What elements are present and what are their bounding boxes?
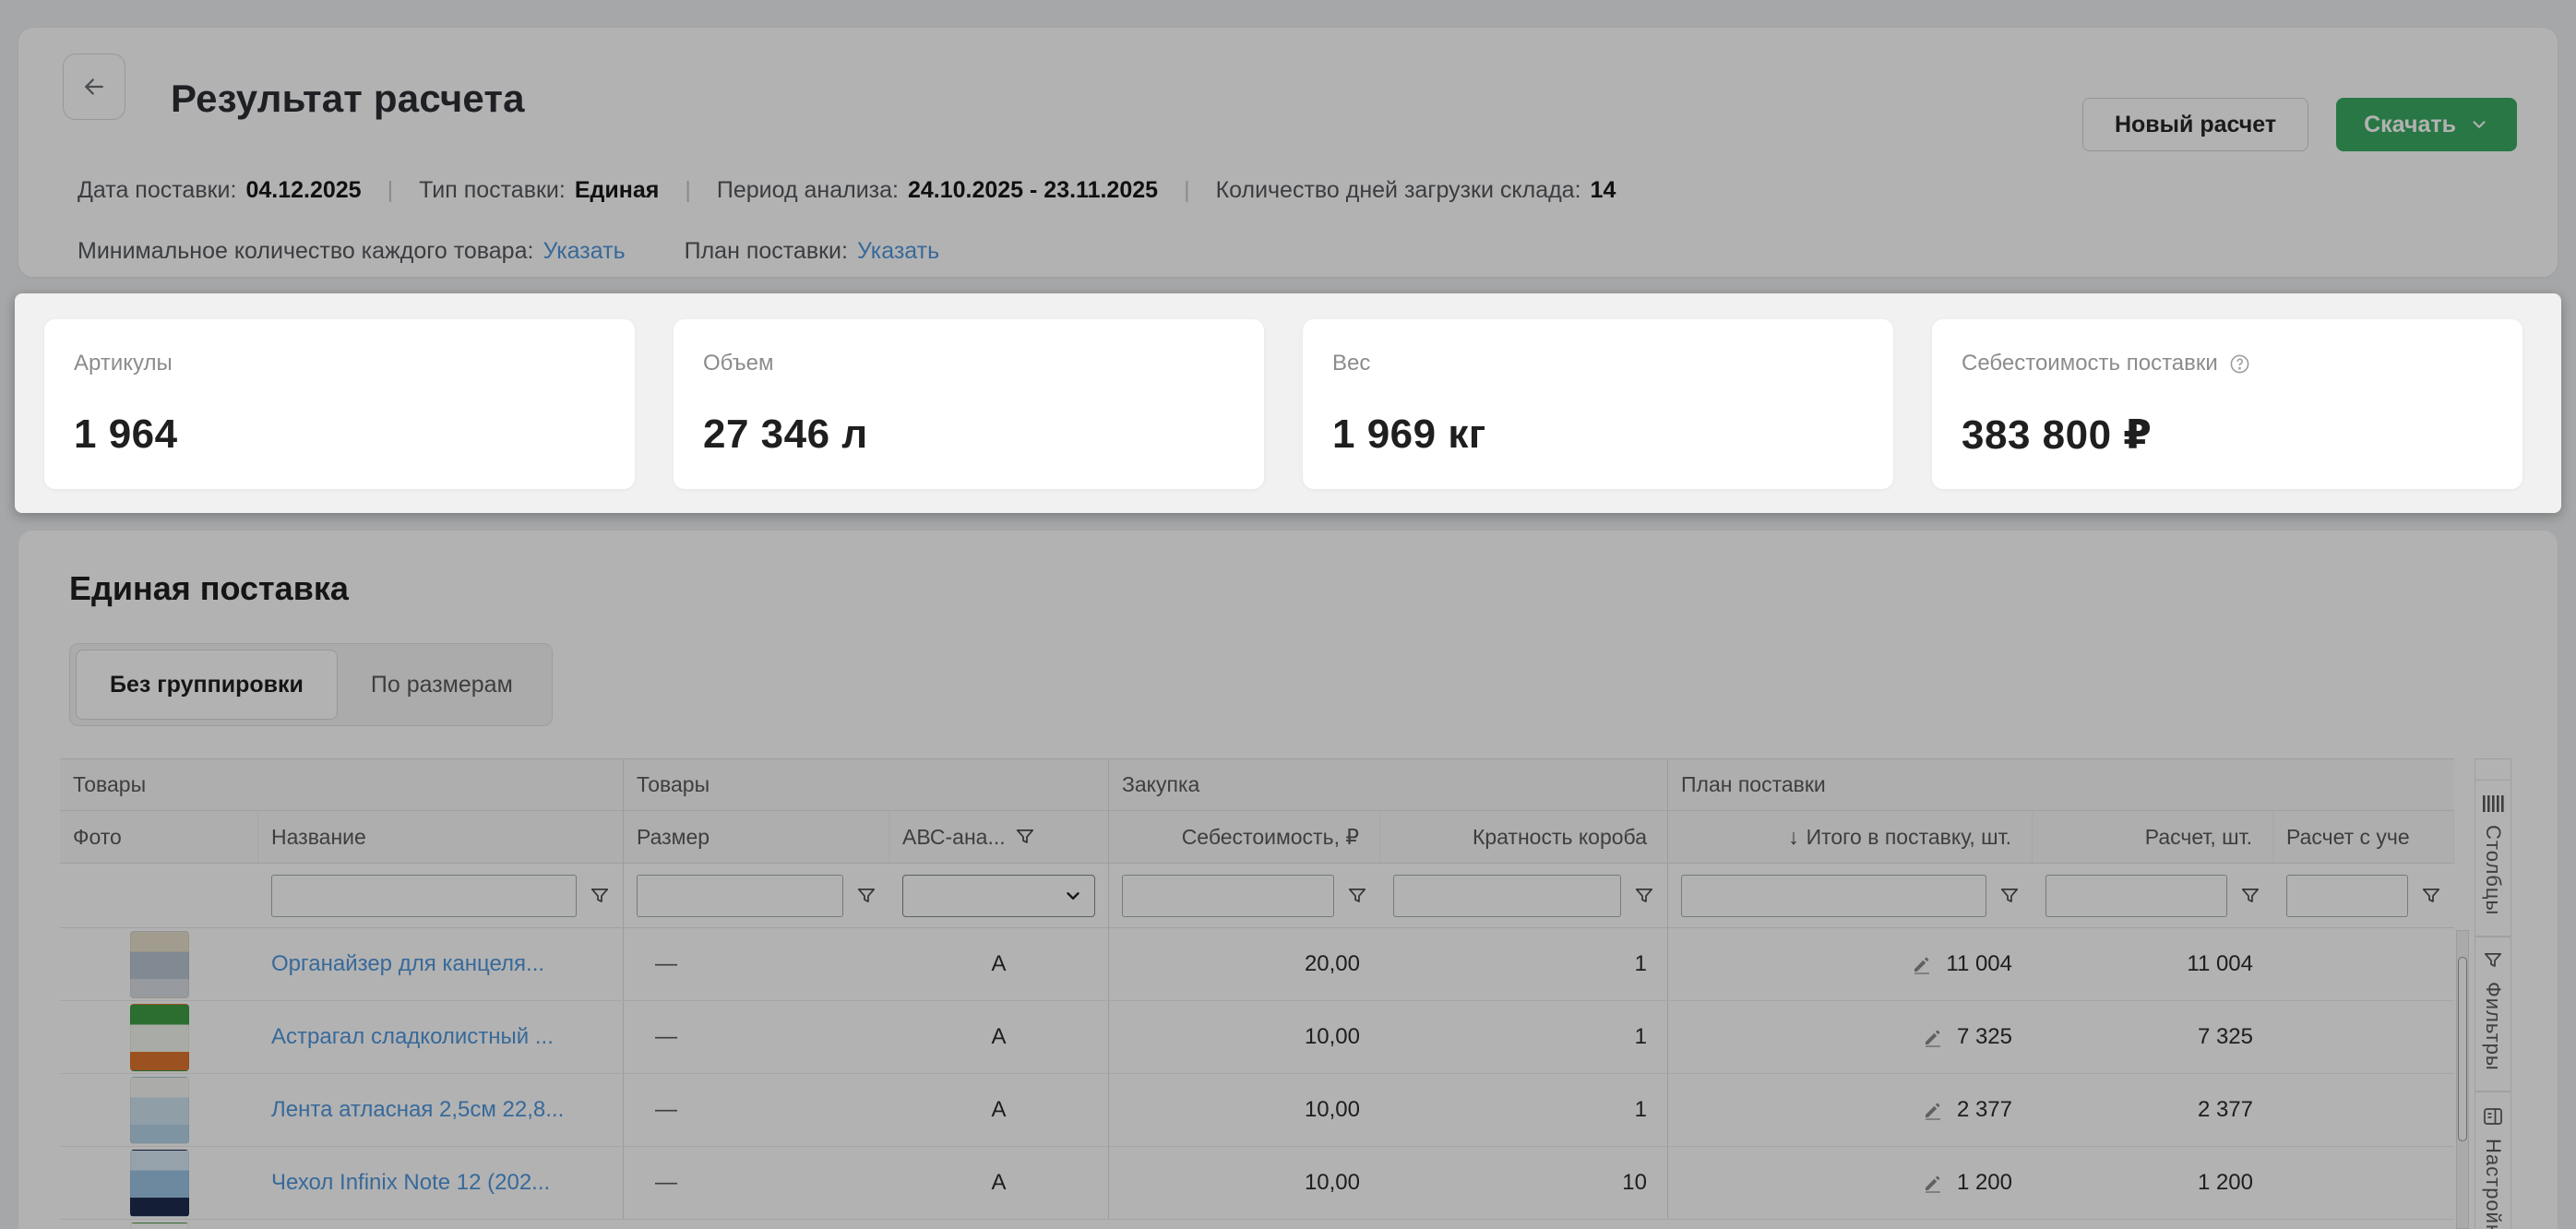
stat-card: Вес 1 969 кг: [1303, 319, 1893, 489]
stat-card-value: 383 800 ₽: [1962, 412, 2493, 459]
stat-card-label: Объем: [703, 351, 1234, 376]
stat-card-label-text: Себестоимость поставки: [1962, 351, 2218, 376]
stat-card-value: 1 969 кг: [1332, 412, 1864, 458]
stat-card: Объем 27 346 л: [674, 319, 1264, 489]
stat-card: Себестоимость поставки 383 800 ₽: [1932, 319, 2522, 489]
stat-card: Артикулы 1 964: [44, 319, 635, 489]
stat-card-label: Артикулы: [74, 351, 605, 376]
stat-card-value: 1 964: [74, 412, 605, 458]
stat-card-label-text: Объем: [703, 351, 773, 376]
stat-card-label: Себестоимость поставки: [1962, 351, 2493, 376]
help-icon[interactable]: [2229, 353, 2250, 375]
stat-card-label-text: Артикулы: [74, 351, 173, 376]
stat-card-label-text: Вес: [1332, 351, 1370, 376]
dim-overlay: [0, 0, 2576, 1229]
stats-strip: Артикулы 1 964 Объем 27 346 л Вес 1 969 кг Себ…: [15, 293, 2561, 513]
stat-card-value: 27 346 л: [703, 412, 1234, 458]
stat-card-label: Вес: [1332, 351, 1864, 376]
